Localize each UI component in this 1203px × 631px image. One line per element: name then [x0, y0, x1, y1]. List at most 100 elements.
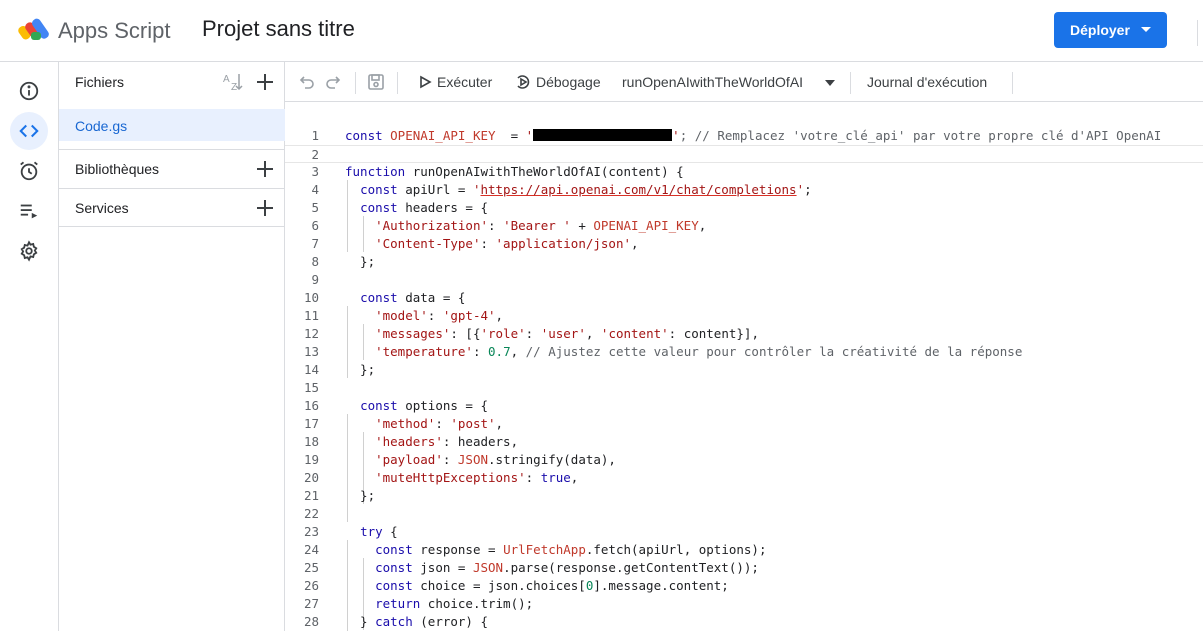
- code-text: };: [345, 487, 375, 505]
- settings-icon[interactable]: [10, 232, 48, 270]
- code-token: ,: [495, 308, 504, 323]
- code-token: 'user': [540, 326, 586, 341]
- code-line[interactable]: 26 const choice = json.choices[0].messag…: [285, 577, 1203, 595]
- code-token: 'temperature': [375, 344, 473, 359]
- code-token: :: [488, 218, 504, 233]
- code-token: ,: [698, 218, 707, 233]
- file-item-code-gs[interactable]: Code.gs: [59, 109, 285, 141]
- function-selector[interactable]: runOpenAIwithTheWorldOfAI: [622, 74, 803, 90]
- alarm-icon[interactable]: [10, 152, 48, 190]
- code-token: try: [360, 524, 383, 539]
- code-line[interactable]: 8 };: [285, 253, 1203, 271]
- line-number: 10: [303, 290, 319, 305]
- run-button[interactable]: Exécuter: [437, 74, 492, 90]
- code-line[interactable]: 4 const apiUrl = 'https://api.openai.com…: [285, 181, 1203, 199]
- chevron-down-icon[interactable]: [825, 80, 835, 86]
- header-divider: [1197, 20, 1198, 46]
- code-token: ,: [570, 470, 579, 485]
- code-text: 'method': 'post',: [345, 415, 503, 433]
- line-number: 6: [311, 218, 319, 233]
- undo-icon[interactable]: [297, 73, 315, 91]
- execution-log-button[interactable]: Journal d'exécution: [867, 74, 987, 90]
- line-number: 20: [303, 470, 319, 485]
- code-line[interactable]: 25 const json = JSON.parse(response.getC…: [285, 559, 1203, 577]
- save-icon[interactable]: [367, 73, 385, 91]
- code-line[interactable]: 22: [285, 505, 1203, 523]
- project-title[interactable]: Projet sans titre: [202, 16, 355, 42]
- line-number: 19: [303, 452, 319, 467]
- add-service-icon[interactable]: [256, 199, 274, 217]
- code-text: };: [345, 253, 375, 271]
- apps-script-logo[interactable]: [18, 14, 52, 44]
- line-number: 17: [303, 416, 319, 431]
- code-token: }: [345, 614, 376, 629]
- play-icon[interactable]: [418, 75, 432, 89]
- code-line[interactable]: 6 'Authorization': 'Bearer ' + OPENAI_AP…: [285, 217, 1203, 235]
- debug-icon[interactable]: [514, 73, 532, 91]
- code-text: 'temperature': 0.7, // Ajustez cette val…: [345, 343, 1022, 361]
- code-token: choice.trim();: [427, 596, 534, 611]
- code-line[interactable]: 7 'Content-Type': 'application/json',: [285, 235, 1203, 253]
- code-line[interactable]: 24 const response = UrlFetchApp.fetch(ap…: [285, 541, 1203, 559]
- code-token: ,: [510, 344, 526, 359]
- code-line[interactable]: 27 return choice.trim();: [285, 595, 1203, 613]
- code-icon[interactable]: [10, 112, 48, 150]
- code-line[interactable]: 14 };: [285, 361, 1203, 379]
- code-line[interactable]: 10 const data = {: [285, 289, 1203, 307]
- file-name: Code.gs: [75, 118, 128, 134]
- code-line[interactable]: 20 'muteHttpExceptions': true,: [285, 469, 1203, 487]
- code-text: 'messages': [{'role': 'user', 'content':…: [345, 325, 759, 343]
- line-number: 7: [311, 236, 319, 251]
- code-token: ,: [585, 326, 601, 341]
- deploy-button[interactable]: Déployer: [1054, 12, 1167, 48]
- code-line[interactable]: 11 'model': 'gpt-4',: [285, 307, 1203, 325]
- code-line[interactable]: 12 'messages': [{'role': 'user', 'conten…: [285, 325, 1203, 343]
- code-line[interactable]: 18 'headers': headers,: [285, 433, 1203, 451]
- executions-icon[interactable]: [10, 192, 48, 230]
- code-line[interactable]: 2: [285, 145, 1203, 163]
- code-line[interactable]: 16 const options = {: [285, 397, 1203, 415]
- code-token: const: [375, 560, 421, 575]
- toolbar-divider: [1012, 72, 1013, 94]
- svg-text:A: A: [223, 74, 230, 85]
- code-line[interactable]: 5 const headers = {: [285, 199, 1203, 217]
- section-libraries[interactable]: Bibliothèques: [59, 149, 285, 188]
- app-header: Apps Script Projet sans titre Déployer: [0, 0, 1203, 62]
- code-line[interactable]: 1 const OPENAI_API_KEY = ' '; // Remplacez…: [285, 127, 1203, 145]
- code-editor[interactable]: 1 const OPENAI_API_KEY = ' '; // Remplacez…: [285, 103, 1203, 631]
- redo-icon[interactable]: [325, 73, 343, 91]
- code-token: 'model': [375, 308, 428, 323]
- info-icon[interactable]: [10, 72, 48, 110]
- code-token: 'muteHttpExceptions': [375, 470, 526, 485]
- code-token: :: [480, 236, 496, 251]
- code-text: 'muteHttpExceptions': true,: [345, 469, 578, 487]
- section-services[interactable]: Services: [59, 188, 285, 227]
- debug-button[interactable]: Débogage: [536, 74, 601, 90]
- code-line[interactable]: 3 function runOpenAIwithTheWorldOfAI(cont…: [285, 163, 1203, 181]
- line-number: 21: [303, 488, 319, 503]
- code-text: function runOpenAIwithTheWorldOfAI(conte…: [345, 163, 684, 181]
- line-number: 15: [303, 380, 319, 395]
- sort-az-icon[interactable]: A Z: [222, 71, 244, 93]
- code-line[interactable]: 19 'payload': JSON.stringify(data),: [285, 451, 1203, 469]
- code-line[interactable]: 13 'temperature': 0.7, // Ajustez cette …: [285, 343, 1203, 361]
- code-line[interactable]: 15: [285, 379, 1203, 397]
- add-library-icon[interactable]: [256, 160, 274, 178]
- code-line[interactable]: 28 } catch (error) {: [285, 613, 1203, 631]
- add-file-icon[interactable]: [256, 73, 274, 91]
- code-text: const response = UrlFetchApp.fetch(apiUr…: [345, 541, 766, 559]
- code-token: :: [525, 326, 541, 341]
- code-token: 'Content-Type': [375, 236, 481, 251]
- code-line[interactable]: 9: [285, 271, 1203, 289]
- code-line[interactable]: 23 try {: [285, 523, 1203, 541]
- files-panel: Fichiers A Z Code.gs Bibliothèques Servi…: [59, 62, 285, 631]
- line-number: 22: [303, 506, 319, 521]
- code-token: headers = {: [405, 200, 489, 215]
- code-line[interactable]: 17 'method': 'post',: [285, 415, 1203, 433]
- code-line[interactable]: 21 };: [285, 487, 1203, 505]
- chevron-down-icon[interactable]: [1141, 27, 1151, 32]
